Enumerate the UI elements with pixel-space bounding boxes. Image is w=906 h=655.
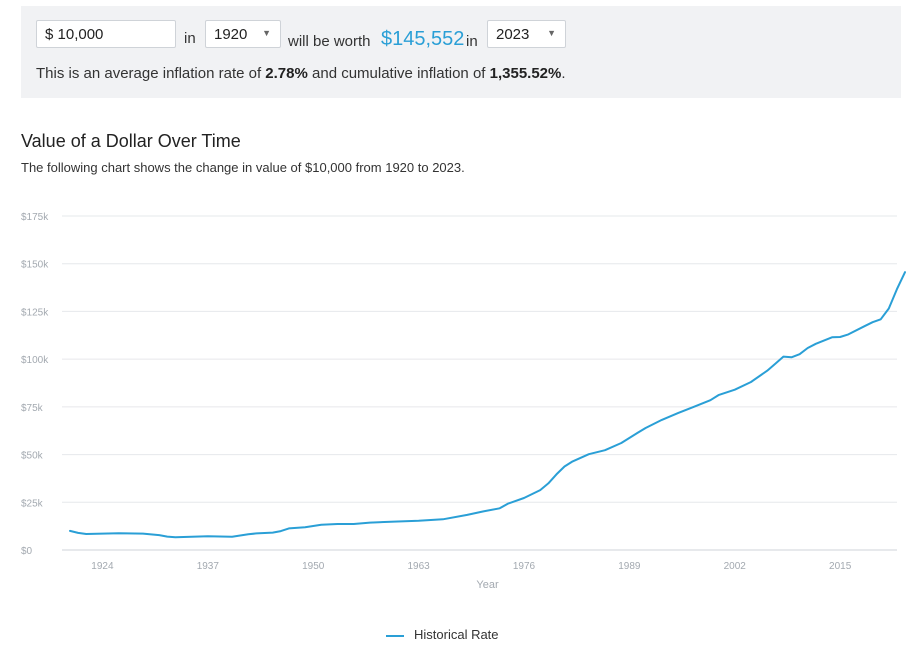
x-tick-label: 1963 bbox=[407, 561, 430, 572]
x-tick-label: 1924 bbox=[91, 561, 114, 572]
grid-layer bbox=[62, 215, 897, 551]
x-tick-label: 2002 bbox=[724, 561, 747, 572]
y-tick-label: $125k bbox=[21, 307, 49, 318]
x-axis-ticks: 1924 1937 1950 1963 1976 1989 2002 2015 bbox=[91, 561, 851, 572]
y-tick-label: $175k bbox=[21, 212, 49, 223]
y-tick-label: $50k bbox=[21, 451, 44, 462]
y-tick-label: $150k bbox=[21, 260, 49, 271]
series-layer bbox=[69, 271, 906, 539]
x-tick-label: 1989 bbox=[618, 561, 641, 572]
x-tick-label: 1950 bbox=[302, 561, 325, 572]
series-line-historical-rate bbox=[69, 271, 906, 539]
chart-legend[interactable]: Historical Rate bbox=[386, 627, 499, 642]
x-tick-label: 2015 bbox=[829, 561, 852, 572]
y-axis-ticks: $0 $25k $50k $75k $100k $125k $150k $175k bbox=[21, 212, 49, 557]
legend-swatch bbox=[386, 634, 404, 637]
y-tick-label: $75k bbox=[21, 403, 44, 414]
x-tick-label: 1976 bbox=[513, 561, 536, 572]
y-tick-label: $0 bbox=[21, 546, 33, 557]
x-axis-title: Year bbox=[476, 579, 499, 591]
line-chart: $0$25k$50k$75k$100k$125k$150k$175k 1924 1… bbox=[21, 212, 906, 591]
y-tick-label: $100k bbox=[21, 355, 49, 366]
legend-label: Historical Rate bbox=[414, 627, 499, 642]
y-tick-label: $25k bbox=[21, 498, 44, 509]
x-tick-label: 1937 bbox=[197, 561, 220, 572]
